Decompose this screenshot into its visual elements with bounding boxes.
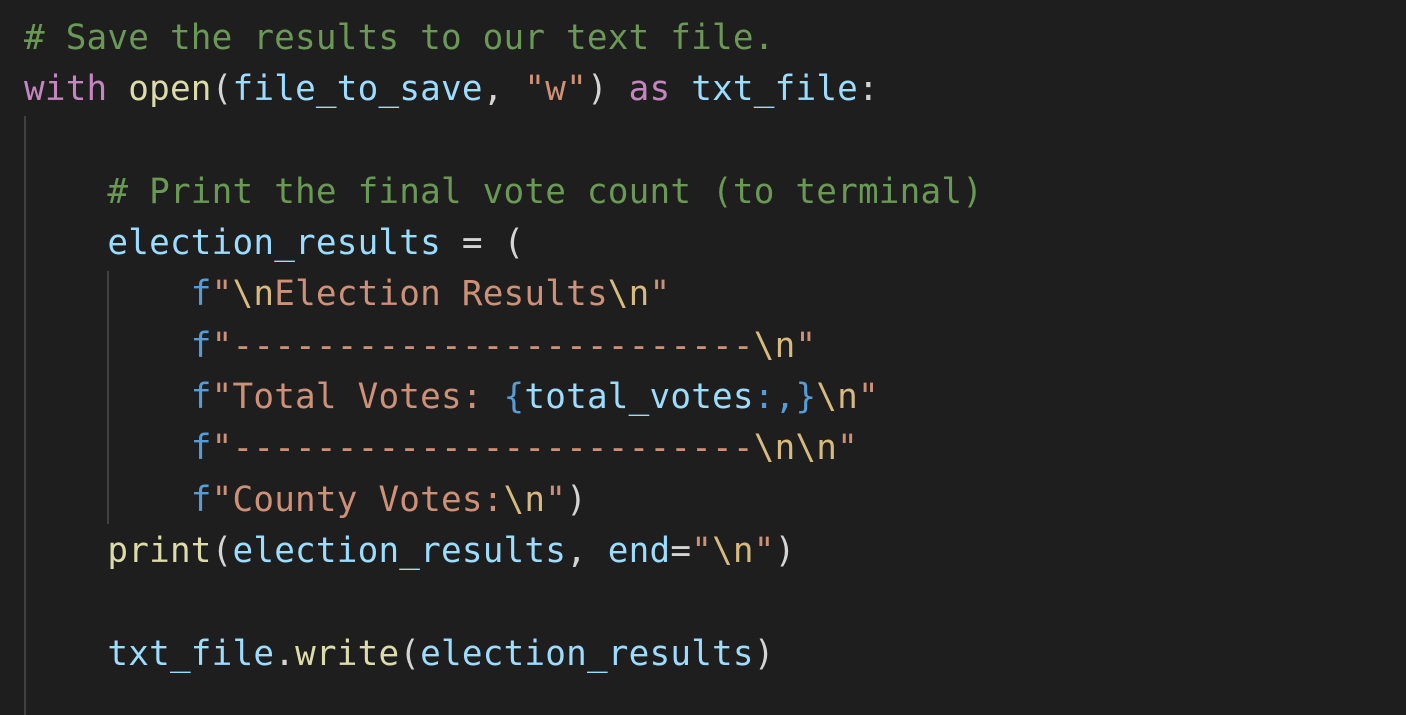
code-line-write-call[interactable]: txt_file.write(election_results) — [24, 629, 983, 680]
token-punc: ) — [753, 633, 775, 674]
token-brace: { — [503, 377, 525, 418]
token-str: "------------------------- — [211, 325, 754, 366]
token-punc — [24, 223, 107, 263]
code-line-fstring-3[interactable]: f"Total Votes: {total_votes:,}\n" — [24, 372, 983, 423]
token-str: " — [211, 274, 233, 315]
token-str: " — [691, 530, 713, 571]
token-var: end — [607, 530, 671, 571]
token-var: txt_file — [107, 633, 275, 674]
token-punc — [24, 634, 107, 674]
code-area[interactable]: # Save the results to our text file. with… — [24, 13, 983, 680]
token-punc — [24, 326, 191, 366]
token-punc: , — [566, 530, 608, 571]
token-str: "Total Votes: — [211, 377, 504, 418]
code-line-fstring-1[interactable]: f"\nElection Results\n" — [24, 269, 983, 320]
token-var: txt_file — [691, 69, 859, 110]
token-esc: \n — [607, 274, 650, 315]
code-line-comment-save[interactable]: # Save the results to our text file. — [24, 13, 983, 64]
code-line-fstring-5[interactable]: f"County Votes:\n") — [24, 475, 983, 526]
token-punc: , — [482, 69, 525, 110]
token-esc: \n — [232, 274, 275, 315]
token-esc: \n\n — [753, 428, 838, 469]
token-punc — [24, 428, 191, 468]
token-fn: write — [295, 633, 400, 674]
token-str: " — [753, 530, 775, 571]
code-line-blank-2[interactable] — [24, 577, 983, 628]
token-str: " — [649, 274, 671, 315]
token-comment: # Print the final vote count (to termina… — [107, 171, 984, 212]
token-comment: # Save the results to our text file. — [24, 18, 775, 58]
code-line-fstring-2[interactable]: f"-------------------------\n" — [24, 321, 983, 372]
code-line-election-results-assign[interactable]: election_results = ( — [24, 218, 983, 269]
token-fpre: f — [190, 428, 212, 469]
token-fpre: f — [190, 479, 212, 520]
token-punc — [24, 531, 107, 571]
token-esc: \n — [503, 479, 546, 520]
token-var: total_votes — [524, 377, 754, 418]
token-punc — [107, 69, 128, 109]
token-esc: \n — [712, 530, 754, 571]
token-str: " — [837, 428, 858, 469]
token-punc: ( — [211, 530, 233, 571]
token-var: election_results — [232, 530, 567, 571]
token-esc: \n — [816, 377, 858, 418]
token-str: "w" — [524, 69, 587, 110]
token-brace: :,} — [753, 377, 817, 418]
token-var: election_results — [420, 633, 754, 674]
token-punc — [24, 274, 191, 314]
token-punc: = ( — [440, 223, 525, 264]
token-punc: . — [274, 633, 296, 674]
token-fn: open — [128, 69, 212, 110]
token-str: " — [795, 325, 817, 366]
token-str: "County Votes: — [211, 479, 504, 520]
token-str: " — [858, 377, 879, 418]
code-line-print-call[interactable]: print(election_results, end="\n") — [24, 526, 983, 577]
token-str: Election Results — [274, 274, 608, 315]
token-punc — [670, 69, 691, 109]
token-var: file_to_save — [232, 69, 483, 110]
code-line-fstring-4[interactable]: f"-------------------------\n\n" — [24, 423, 983, 474]
token-fpre: f — [190, 377, 212, 418]
token-punc: ) — [566, 479, 587, 520]
token-punc: = — [670, 530, 692, 571]
token-punc — [24, 480, 191, 520]
code-line-blank-1[interactable] — [24, 116, 983, 167]
token-str: " — [545, 479, 567, 520]
token-str: "------------------------- — [211, 428, 754, 469]
token-kw: as — [628, 69, 671, 110]
token-punc: ( — [211, 69, 233, 110]
token-kw: with — [24, 69, 108, 110]
token-punc: ( — [399, 633, 421, 674]
token-punc: : — [858, 69, 879, 110]
code-line-with-open[interactable]: with open(file_to_save, "w") as txt_file… — [24, 64, 983, 115]
token-fpre: f — [190, 274, 212, 315]
token-fn: print — [107, 530, 212, 571]
token-punc: ) — [774, 530, 796, 571]
token-var: election_results — [107, 223, 441, 264]
code-line-comment-print[interactable]: # Print the final vote count (to termina… — [24, 167, 983, 218]
code-editor[interactable]: # Save the results to our text file. with… — [0, 0, 1406, 715]
token-punc — [24, 172, 107, 212]
token-esc: \n — [753, 325, 796, 366]
token-punc: ) — [586, 69, 629, 110]
token-punc — [24, 377, 191, 417]
token-fpre: f — [190, 325, 212, 366]
